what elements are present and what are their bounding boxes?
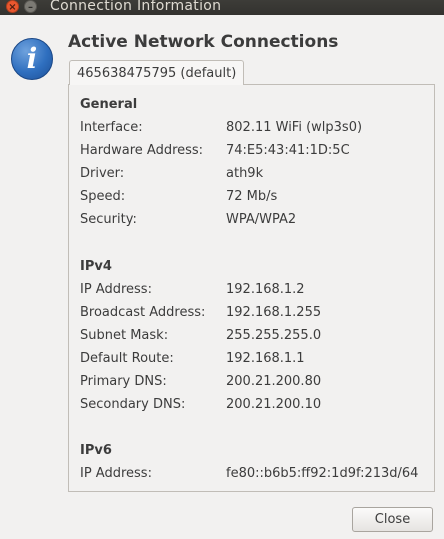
subnet-mask-label: Subnet Mask: (80, 328, 169, 343)
security-value: WPA/WPA2 (226, 212, 297, 227)
tab-connection[interactable]: 465638475795 (default) (69, 60, 245, 85)
ipv6-address-value: fe80::b6b5:ff92:1d9f:213d/64 (226, 466, 419, 481)
driver-label: Driver: (80, 166, 125, 181)
interface-label: Interface: (80, 120, 143, 135)
driver-value: ath9k (226, 166, 264, 181)
ipv4-address-label: IP Address: (80, 282, 152, 297)
window-titlebar[interactable]: × – Connection Information (0, 0, 444, 15)
close-button[interactable]: Close (352, 507, 433, 532)
default-route-value: 192.168.1.1 (226, 351, 305, 366)
security-label: Security: (80, 212, 137, 227)
ipv6-address-label: IP Address: (80, 466, 152, 481)
primary-dns-value: 200.21.200.80 (226, 374, 322, 389)
page-title: Active Network Connections (68, 32, 339, 52)
secondary-dns-value: 200.21.200.10 (226, 397, 322, 412)
primary-dns-label: Primary DNS: (80, 374, 167, 389)
info-icon: i (11, 38, 53, 80)
ipv4-address-value: 192.168.1.2 (226, 282, 305, 297)
section-title-general: General (80, 97, 138, 112)
section-title-ipv6: IPv6 (80, 443, 112, 458)
speed-label: Speed: (80, 189, 126, 204)
interface-value: 802.11 WiFi (wlp3s0) (226, 120, 363, 135)
hardware-address-value: 74:E5:43:41:1D:5C (226, 143, 350, 158)
window-close-button[interactable]: × (6, 0, 19, 13)
broadcast-address-value: 192.168.1.255 (226, 305, 322, 320)
speed-value: 72 Mb/s (226, 189, 278, 204)
hardware-address-label: Hardware Address: (80, 143, 204, 158)
broadcast-address-label: Broadcast Address: (80, 305, 206, 320)
secondary-dns-label: Secondary DNS: (80, 397, 186, 412)
window-title: Connection Information (50, 0, 222, 14)
subnet-mask-value: 255.255.255.0 (226, 328, 322, 343)
window-minimize-button[interactable]: – (24, 0, 37, 13)
default-route-label: Default Route: (80, 351, 174, 366)
section-title-ipv4: IPv4 (80, 259, 112, 274)
